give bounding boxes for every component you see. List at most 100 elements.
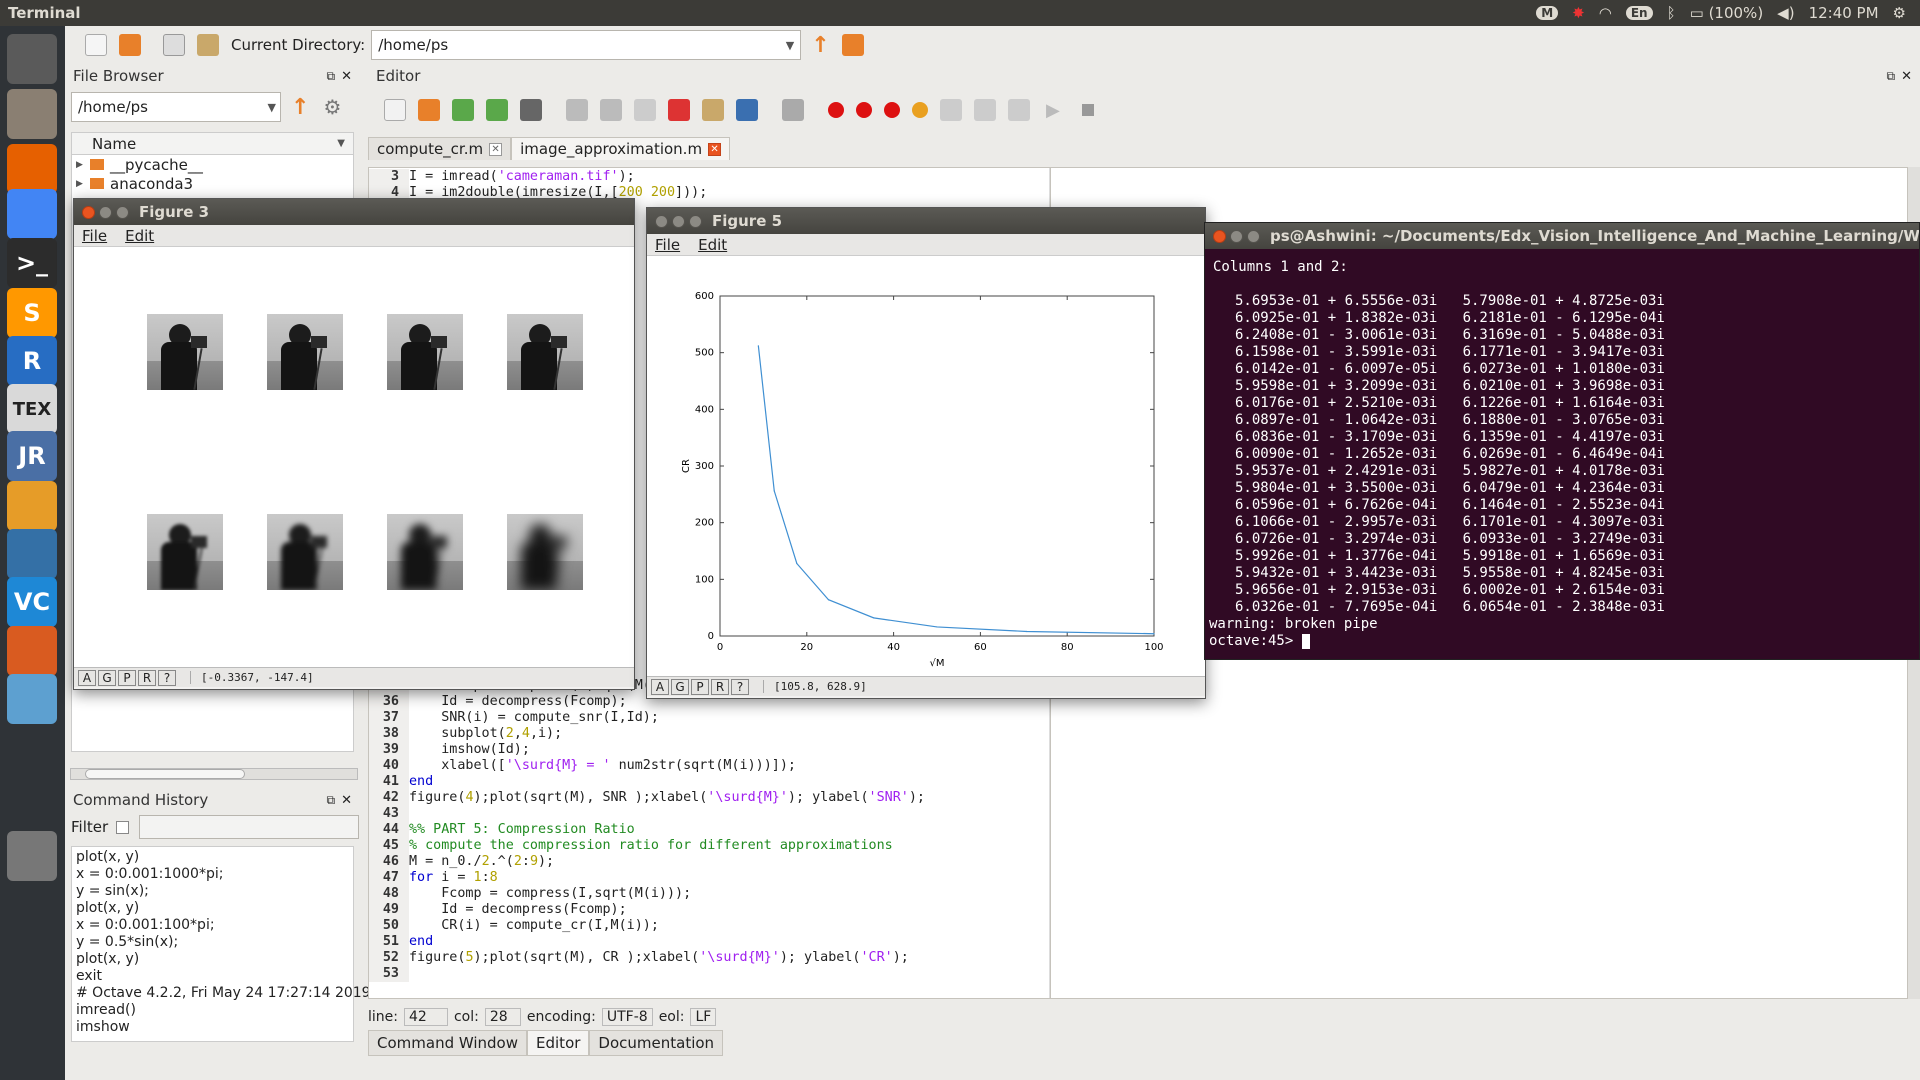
chevron-down-icon[interactable]: ▼: [268, 101, 276, 114]
tab-documentation[interactable]: Documentation: [589, 1030, 724, 1056]
figure-toolbar-button[interactable]: P: [691, 678, 709, 695]
column-header-name[interactable]: Name: [92, 135, 136, 153]
horizontal-scrollbar[interactable]: [70, 768, 358, 780]
close-icon[interactable]: ✕: [341, 793, 352, 808]
filter-checkbox[interactable]: [116, 820, 130, 834]
line-number[interactable]: 53: [369, 966, 409, 982]
print-icon[interactable]: [520, 99, 542, 121]
chevron-down-icon[interactable]: ▼: [786, 39, 794, 52]
next-breakpoint-icon[interactable]: [856, 102, 872, 118]
line-number[interactable]: 52: [369, 950, 409, 966]
history-item[interactable]: plot(x, y): [76, 849, 349, 866]
line-number[interactable]: 50: [369, 918, 409, 934]
history-item[interactable]: plot(x, y): [76, 951, 349, 968]
close-window-icon[interactable]: [1213, 229, 1226, 243]
menu-file[interactable]: File: [655, 236, 680, 254]
code-line[interactable]: 51 end: [369, 934, 925, 950]
code-line[interactable]: 50 CR(i) = compute_cr(I,M(i));: [369, 918, 925, 934]
close-icon[interactable]: ✕: [708, 142, 722, 156]
expand-arrow-icon[interactable]: ▶: [76, 160, 90, 170]
virtualbox-icon[interactable]: [7, 529, 57, 579]
file-browser-path-field[interactable]: /home/ps ▼: [71, 92, 281, 122]
undo-icon[interactable]: [566, 99, 588, 121]
menu-file[interactable]: File: [82, 227, 107, 245]
undock-icon[interactable]: ⧉: [327, 69, 336, 84]
files-icon[interactable]: [7, 89, 57, 139]
code-line[interactable]: 42 figure(4);plot(sqrt(M), SNR );xlabel('…: [369, 790, 925, 806]
jabref-icon[interactable]: JR: [7, 431, 57, 481]
history-item[interactable]: exit: [76, 968, 349, 985]
figure-3-titlebar[interactable]: Figure 3: [74, 199, 634, 225]
terminal-output[interactable]: Columns 1 and 2: 5.6953e-01 + 6.5556e-03i…: [1205, 249, 1919, 650]
line-number[interactable]: 36: [369, 694, 409, 710]
tab-compute-cr[interactable]: compute_cr.m ✕: [368, 137, 512, 160]
close-window-icon[interactable]: [655, 214, 668, 228]
new-script-icon[interactable]: [85, 34, 107, 56]
breakpoint-icon[interactable]: [828, 102, 844, 118]
code-line[interactable]: 3I = imread('cameraman.tif');: [369, 169, 1049, 185]
code-line[interactable]: 37 SNR(i) = compute_snr(I,Id);: [369, 710, 925, 726]
open-file-icon[interactable]: [418, 99, 440, 121]
line-number[interactable]: 40: [369, 758, 409, 774]
figure-toolbar-button[interactable]: A: [651, 678, 669, 695]
code-line[interactable]: 39 imshow(Id);: [369, 742, 925, 758]
trash-icon[interactable]: [7, 831, 57, 881]
line-number[interactable]: 39: [369, 742, 409, 758]
figure-toolbar-button[interactable]: G: [671, 678, 689, 695]
redo-icon[interactable]: [600, 99, 622, 121]
menu-edit[interactable]: Edit: [125, 227, 154, 245]
figure-toolbar-button[interactable]: ?: [731, 678, 749, 695]
step-in-icon[interactable]: [974, 99, 996, 121]
figure-toolbar-button[interactable]: A: [78, 669, 96, 686]
figure-toolbar-button[interactable]: R: [138, 669, 156, 686]
line-number[interactable]: 42: [369, 790, 409, 806]
code-line[interactable]: 53: [369, 966, 925, 982]
matlab-icon[interactable]: [7, 626, 57, 676]
line-number[interactable]: 49: [369, 902, 409, 918]
menu-edit[interactable]: Edit: [698, 236, 727, 254]
parent-directory-icon[interactable]: ↑: [811, 33, 829, 58]
code-line[interactable]: 43: [369, 806, 925, 822]
close-icon[interactable]: ✕: [1901, 69, 1912, 84]
tab-editor[interactable]: Editor: [527, 1030, 590, 1056]
maximize-window-icon[interactable]: [689, 214, 702, 228]
figure-5-canvas[interactable]: 0 20 40 60 80 100 0 100 200 300 400 500 600 √M CR: [647, 256, 1205, 676]
history-item[interactable]: x = 0:0.001:100*pi;: [76, 917, 349, 934]
history-item[interactable]: plot(x, y): [76, 900, 349, 917]
remove-breakpoints-icon[interactable]: [912, 102, 928, 118]
settings-icon[interactable]: [782, 99, 804, 121]
wifi-icon[interactable]: ◠: [1599, 4, 1612, 22]
r-icon[interactable]: R: [7, 336, 57, 386]
clock[interactable]: 12:40 PM: [1809, 4, 1879, 22]
save-as-icon[interactable]: [486, 99, 508, 121]
previous-breakpoint-icon[interactable]: [884, 102, 900, 118]
history-item[interactable]: x = 0:0.001:1000*pi;: [76, 866, 349, 883]
code-line[interactable]: 44%% PART 5: Compression Ratio: [369, 822, 925, 838]
expand-arrow-icon[interactable]: ▶: [76, 179, 90, 189]
line-number[interactable]: 41: [369, 774, 409, 790]
list-item[interactable]: ▶ anaconda3: [72, 174, 353, 193]
minimize-window-icon[interactable]: [99, 205, 112, 219]
find-icon[interactable]: [736, 99, 758, 121]
history-item[interactable]: # Octave 4.2.2, Fri May 24 17:27:14 2019: [76, 985, 371, 1002]
figure-toolbar-button[interactable]: ?: [158, 669, 176, 686]
history-item[interactable]: imshow: [76, 1019, 349, 1036]
minimize-window-icon[interactable]: [672, 214, 685, 228]
parent-directory-icon[interactable]: ↑: [291, 95, 309, 120]
list-item[interactable]: ▶ __pycache__: [72, 155, 353, 174]
undock-icon[interactable]: ⧉: [327, 793, 336, 808]
figure-toolbar-button[interactable]: G: [98, 669, 116, 686]
stop-icon[interactable]: [1081, 104, 1094, 116]
keyboard-language[interactable]: En: [1625, 6, 1653, 20]
tex-icon[interactable]: TEX: [7, 384, 57, 434]
copy-icon[interactable]: [634, 99, 656, 121]
terminal-icon[interactable]: >_: [7, 238, 57, 288]
bluetooth-icon[interactable]: ᛒ: [1667, 4, 1676, 22]
volume-icon[interactable]: ◀): [1777, 4, 1794, 22]
cut-icon[interactable]: [668, 99, 690, 121]
undock-icon[interactable]: ⧉: [1887, 69, 1896, 84]
code-line[interactable]: 40 xlabel(['\surd{M} = ' num2str(sqrt(M(…: [369, 758, 925, 774]
code-line[interactable]: 46 M = n_0./2.^(2:9);: [369, 854, 925, 870]
settings-gear-icon[interactable]: ⚙: [1893, 4, 1906, 22]
code-line[interactable]: 47 for i = 1:8: [369, 870, 925, 886]
